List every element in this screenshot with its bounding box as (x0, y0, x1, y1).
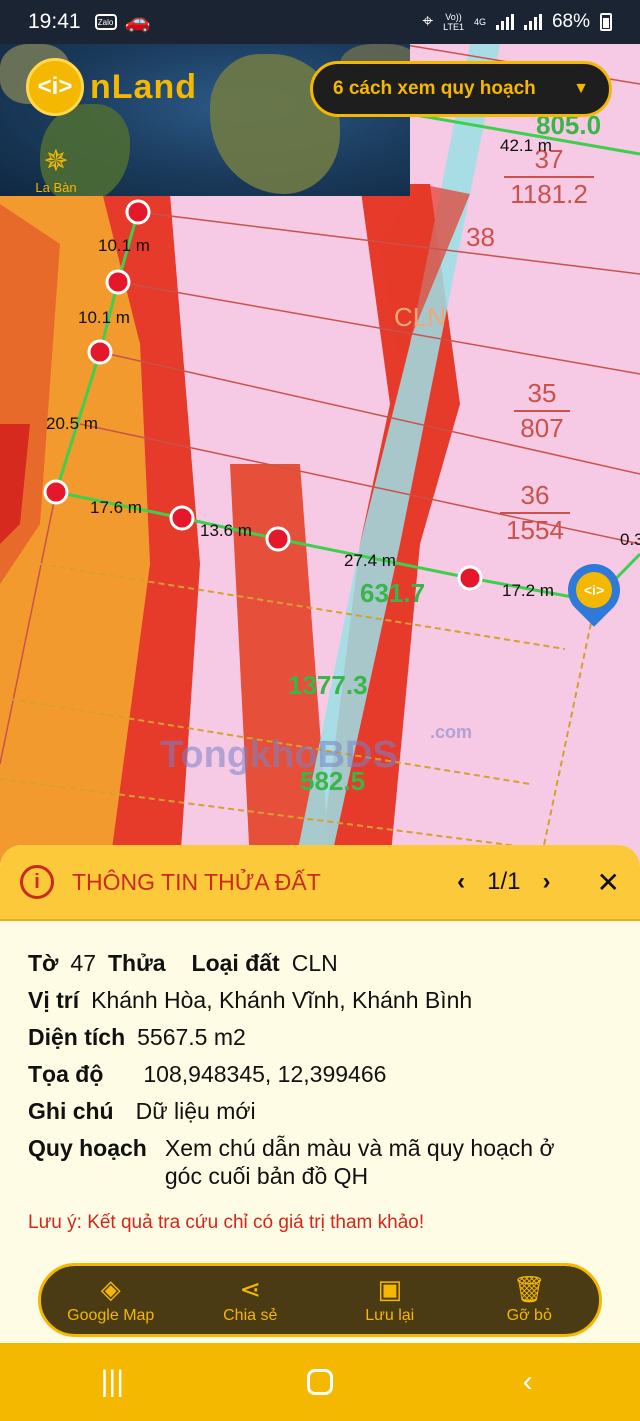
google-map-button[interactable]: ◈ Google Map (51, 1275, 171, 1325)
plot-label[interactable]: 38 (466, 222, 495, 253)
compass-label: La Bàn (35, 180, 77, 195)
action-bar: ◈ Google Map ⋖ Chia sẻ ▣ Lưu lại 🗑 Gỡ bỏ (38, 1263, 602, 1337)
directions-icon: ◈ (100, 1274, 121, 1304)
row-location: Vị trí Khánh Hòa, Khánh Vĩnh, Khánh Bình (28, 987, 473, 1013)
area-label: 631.7 (360, 578, 426, 608)
measure-label: 10.1 m (98, 236, 150, 255)
battery-percent: 68% (551, 11, 590, 32)
area-label: 1377.3 (288, 670, 368, 700)
network-type: 4G (473, 17, 486, 27)
measure-label: 17.2 m (502, 581, 554, 600)
plot-label[interactable]: 35 807 (514, 378, 570, 444)
signal2-icon (523, 14, 542, 30)
status-bar: 19:41 Zalo 🚗 ⌖ Vo)) LTE1 4G 68% (0, 0, 640, 44)
car-icon: 🚗 (124, 10, 151, 33)
parcel-details: Tờ 47 Thửa Loại đất CLN Vị trí Khánh Hòa… (0, 921, 640, 1190)
remove-button[interactable]: 🗑 Gỡ bỏ (469, 1275, 589, 1325)
clock: 19:41 (28, 10, 81, 33)
save-icon: ▣ (377, 1274, 403, 1304)
location-icon: ⌖ (422, 11, 434, 32)
row-area: Diện tích 5567.5 m2 (28, 1024, 246, 1050)
measure-label: 17.6 m (90, 498, 142, 517)
land-type-label: CLN (394, 302, 447, 332)
share-icon: ⋖ (239, 1274, 262, 1304)
app-logo: <i> nLand (26, 58, 197, 116)
location-pin-icon[interactable]: <i> (557, 553, 631, 636)
measure-label: 20.5 m (46, 414, 98, 433)
row-sheet: Tờ 47 Thửa Loại đất CLN (28, 950, 338, 976)
measure-label: 10.1 m (78, 308, 130, 327)
close-icon[interactable]: ✕ (597, 866, 620, 899)
battery-icon (600, 13, 612, 31)
volte-indicator: Vo)) LTE1 (443, 12, 464, 32)
measure-label: 13.6 m (200, 521, 252, 540)
panel-header: i THÔNG TIN THỬA ĐẤT ‹ 1/1 › ✕ (0, 845, 640, 921)
signal-icon (495, 14, 514, 30)
row-planning: Quy hoạch Xem chú dẫn màu và mã quy hoạc… (28, 1135, 555, 1189)
disclaimer: Lưu ý: Kết quả tra cứu chỉ có giá trị th… (28, 1212, 425, 1233)
system-nav-bar: ||| ‹ (0, 1343, 640, 1421)
compass-icon: ✵ (43, 145, 69, 178)
back-button[interactable]: ‹ (498, 1365, 558, 1399)
home-button[interactable] (306, 1369, 333, 1395)
page-indicator: 1/1 (487, 868, 521, 895)
parcel-info-panel: i THÔNG TIN THỬA ĐẤT ‹ 1/1 › ✕ Tờ 47 Thử… (0, 845, 640, 1345)
save-button[interactable]: ▣ Lưu lại (330, 1275, 450, 1325)
info-icon: i (20, 865, 54, 899)
compass-button[interactable]: ✵ La Bàn (28, 145, 84, 196)
pager: ‹ 1/1 › (457, 868, 550, 896)
plot-label[interactable]: 36 1554 (500, 480, 570, 546)
app-name: nLand (90, 67, 197, 106)
share-button[interactable]: ⋖ Chia sẻ (190, 1275, 310, 1325)
panel-title: THÔNG TIN THỬA ĐẤT (72, 868, 321, 895)
trash-icon: 🗑 (512, 1274, 546, 1304)
logo-icon: <i> (26, 58, 84, 116)
measure-label: 42.1 m (500, 136, 552, 155)
measure-label: 0.3 (620, 530, 640, 549)
view-mode-label: 6 cách xem quy hoạch (333, 78, 536, 99)
row-coordinates: Tọa độ 108,948345, 12,399466 (28, 1061, 387, 1087)
chevron-down-icon: ▼ (573, 80, 589, 97)
prev-button[interactable]: ‹ (457, 868, 465, 896)
view-mode-select[interactable]: 6 cách xem quy hoạch ▼ (310, 61, 612, 117)
measure-label: 27.4 m (344, 551, 396, 570)
next-button[interactable]: › (543, 868, 551, 896)
recents-button[interactable]: ||| (82, 1365, 142, 1399)
watermark: TongkhoBDS .com (160, 722, 473, 776)
row-note: Ghi chú Dữ liệu mới (28, 1098, 256, 1124)
zalo-icon: Zalo (94, 14, 117, 30)
